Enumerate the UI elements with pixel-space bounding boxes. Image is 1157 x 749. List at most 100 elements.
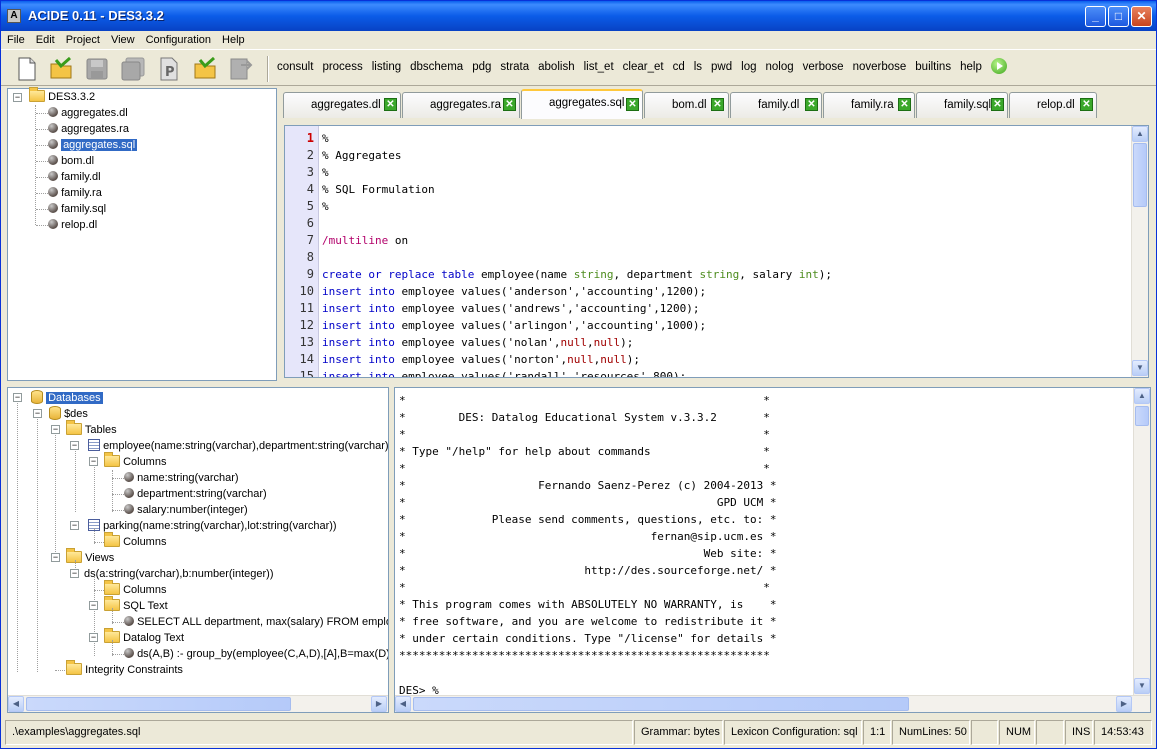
tab-family-sql[interactable]: family.sql ✕	[916, 92, 1008, 118]
scroll-left-icon[interactable]: ◀	[8, 696, 24, 712]
sql-text-folder[interactable]: SQL Text	[104, 596, 168, 614]
scroll-up-icon[interactable]: ▲	[1134, 388, 1150, 404]
close-button[interactable]: ✕	[1131, 6, 1152, 27]
tab-family-dl[interactable]: family.dl ✕	[730, 92, 822, 118]
open-file-icon[interactable]	[193, 56, 217, 81]
close-tab-icon[interactable]: ✕	[991, 98, 1004, 111]
table-employee[interactable]: employee(name:string(varchar),department…	[88, 438, 388, 454]
cmd-dbschema[interactable]: dbschema	[410, 59, 463, 75]
collapse-icon[interactable]: −	[13, 93, 22, 102]
sql-text-item[interactable]: SELECT ALL department, max(salary) FROM …	[124, 614, 388, 630]
collapse-icon[interactable]: −	[70, 569, 79, 578]
datalog-text-item[interactable]: ds(A,B) :- group_by(employee(C,A,D),[A],…	[124, 646, 388, 662]
cmd-pwd[interactable]: pwd	[711, 59, 732, 75]
table-parking[interactable]: parking(name:string(varchar),lot:string(…	[88, 518, 337, 534]
tables-folder[interactable]: Tables	[66, 420, 117, 438]
scroll-down-icon[interactable]: ▼	[1134, 678, 1150, 694]
collapse-icon[interactable]: −	[51, 553, 60, 562]
cmd-verbose[interactable]: verbose	[803, 59, 844, 75]
close-tab-icon[interactable]: ✕	[711, 98, 724, 111]
scroll-right-icon[interactable]: ▶	[371, 696, 387, 712]
save-all-icon[interactable]	[121, 57, 145, 81]
menu-file[interactable]: File	[1, 31, 30, 46]
explorer-file-aggregates-sql[interactable]: aggregates.sql	[48, 137, 138, 153]
collapse-icon[interactable]: −	[33, 409, 42, 418]
parking-columns-folder[interactable]: Columns	[104, 532, 166, 550]
cmd-process[interactable]: process	[322, 59, 362, 75]
tab-aggregates-sql[interactable]: aggregates.sql ✕	[521, 89, 643, 119]
tab-aggregates-ra[interactable]: aggregates.ra ✕	[402, 92, 520, 118]
scroll-left-icon[interactable]: ◀	[395, 696, 411, 712]
tab-bom-dl[interactable]: bom.dl ✕	[644, 92, 729, 118]
close-tab-icon[interactable]: ✕	[503, 98, 516, 111]
db-root[interactable]: Databases	[31, 390, 103, 406]
save-icon[interactable]	[85, 57, 109, 81]
cmd-log[interactable]: log	[741, 59, 756, 75]
cmd-ls[interactable]: ls	[694, 59, 702, 75]
menu-edit[interactable]: Edit	[30, 31, 60, 46]
explorer-file-relop-dl[interactable]: relop.dl	[48, 217, 97, 233]
open-project-icon[interactable]	[49, 56, 73, 81]
minimize-button[interactable]: _	[1085, 6, 1106, 27]
cmd-cd[interactable]: cd	[673, 59, 685, 75]
column-department[interactable]: department:string(varchar)	[124, 486, 267, 502]
explorer-file-family-ra[interactable]: family.ra	[48, 185, 102, 201]
cmd-noverbose[interactable]: noverbose	[853, 59, 907, 75]
console-output[interactable]: * * * DES: Datalog Educational System v.…	[394, 387, 1151, 713]
view-columns-folder[interactable]: Columns	[104, 580, 166, 598]
explorer-file-family-dl[interactable]: family.dl	[48, 169, 101, 185]
integrity-constraints-folder[interactable]: Integrity Constraints	[66, 660, 183, 678]
scroll-right-icon[interactable]: ▶	[1116, 696, 1132, 712]
editor-vertical-scrollbar[interactable]: ▲ ▼	[1131, 126, 1148, 377]
cmd-strata[interactable]: strata	[500, 59, 529, 75]
close-tab-icon[interactable]: ✕	[805, 98, 818, 111]
datalog-text-folder[interactable]: Datalog Text	[104, 628, 184, 646]
column-salary[interactable]: salary:number(integer)	[124, 502, 248, 518]
scroll-thumb[interactable]	[26, 697, 291, 711]
tab-relop-dl[interactable]: relop.dl ✕	[1009, 92, 1097, 118]
explorer-file-family-sql[interactable]: family.sql	[48, 201, 106, 217]
collapse-icon[interactable]: −	[13, 393, 22, 402]
explorer-file-aggregates-dl[interactable]: aggregates.dl	[48, 105, 128, 121]
collapse-icon[interactable]: −	[89, 457, 98, 466]
scroll-down-icon[interactable]: ▼	[1132, 360, 1148, 376]
dbtree-horizontal-scrollbar[interactable]: ◀ ▶	[8, 695, 388, 712]
close-tab-icon[interactable]: ✕	[1080, 98, 1093, 111]
close-tab-icon[interactable]: ✕	[898, 98, 911, 111]
run-icon[interactable]	[990, 58, 1007, 75]
explorer-root[interactable]: DES3.3.2	[29, 87, 95, 105]
collapse-icon[interactable]: −	[70, 521, 79, 530]
close-tab-icon[interactable]: ✕	[384, 98, 397, 111]
collapse-icon[interactable]: −	[89, 633, 98, 642]
console-horizontal-scrollbar[interactable]: ◀ ▶	[395, 695, 1150, 712]
cmd-list-et[interactable]: list_et	[584, 59, 614, 75]
column-name[interactable]: name:string(varchar)	[124, 470, 239, 486]
close-file-icon[interactable]	[229, 57, 253, 81]
scroll-up-icon[interactable]: ▲	[1132, 126, 1148, 142]
print-icon[interactable]: P	[157, 57, 181, 81]
close-tab-icon[interactable]: ✕	[626, 98, 639, 111]
scroll-thumb[interactable]	[1135, 406, 1149, 426]
explorer-file-aggregates-ra[interactable]: aggregates.ra	[48, 121, 129, 137]
cmd-abolish[interactable]: abolish	[538, 59, 574, 75]
cmd-listing[interactable]: listing	[372, 59, 401, 75]
maximize-button[interactable]: □	[1108, 6, 1129, 27]
tab-family-ra[interactable]: family.ra ✕	[823, 92, 915, 118]
scroll-thumb[interactable]	[1133, 143, 1147, 207]
tab-aggregates-dl[interactable]: aggregates.dl ✕	[283, 92, 401, 118]
menu-configuration[interactable]: Configuration	[140, 31, 216, 46]
cmd-pdg[interactable]: pdg	[472, 59, 491, 75]
collapse-icon[interactable]: −	[70, 441, 79, 450]
cmd-help[interactable]: help	[960, 59, 982, 75]
explorer-file-bom-dl[interactable]: bom.dl	[48, 153, 94, 169]
menu-project[interactable]: Project	[60, 31, 105, 46]
menu-view[interactable]: View	[105, 31, 140, 46]
collapse-icon[interactable]: −	[51, 425, 60, 434]
views-folder[interactable]: Views	[66, 548, 114, 566]
new-file-icon[interactable]	[15, 57, 39, 81]
scroll-thumb[interactable]	[413, 697, 909, 711]
collapse-icon[interactable]: −	[89, 601, 98, 610]
menu-help[interactable]: Help	[216, 31, 250, 46]
columns-folder[interactable]: Columns	[104, 452, 166, 470]
cmd-builtins[interactable]: builtins	[915, 59, 951, 75]
